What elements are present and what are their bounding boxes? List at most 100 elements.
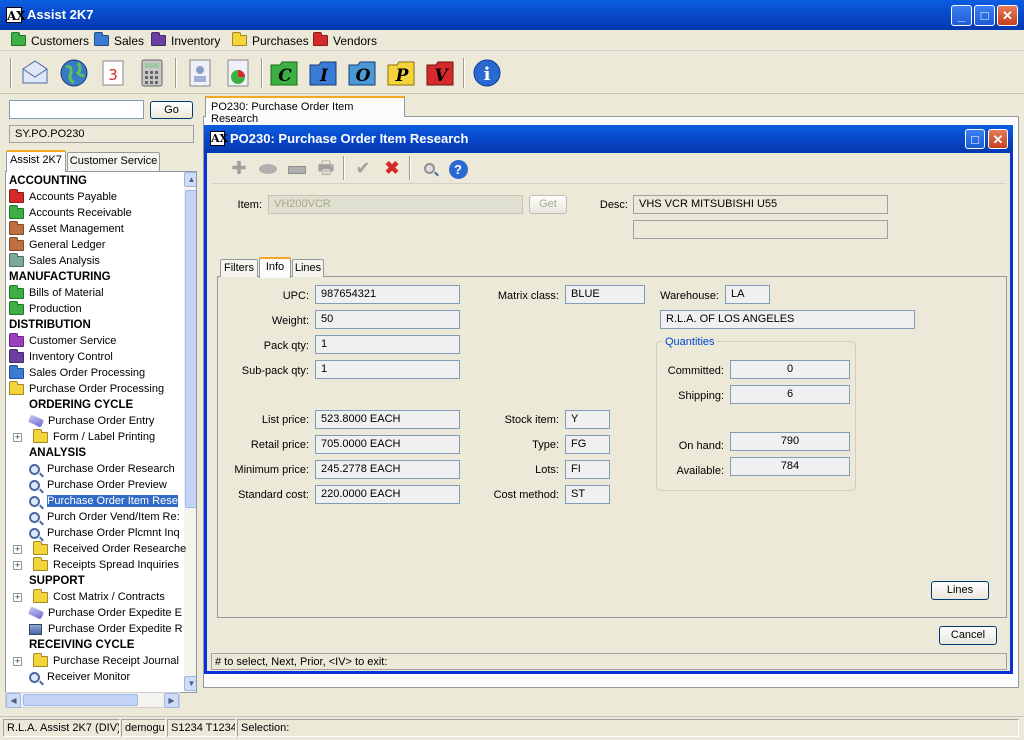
menu-sales[interactable]: Sales: [94, 32, 144, 49]
menu-vendors[interactable]: Vendors: [313, 32, 377, 49]
close-button[interactable]: ✕: [997, 5, 1018, 26]
tree-section-header: SUPPORT: [29, 573, 85, 589]
tree-item[interactable]: + Received Order Researche: [13, 540, 186, 557]
tab-po230[interactable]: PO230: Purchase Order Item Research: [205, 96, 405, 125]
search-icon[interactable]: [418, 157, 440, 179]
tree-item-label: Sales Analysis: [29, 255, 100, 267]
tree-item[interactable]: + Form / Label Printing: [13, 428, 155, 445]
tree-item-label: SUPPORT: [29, 575, 85, 587]
mail-icon[interactable]: [19, 57, 51, 89]
menu-bar: Customers Sales Inventory Purchases Vend…: [0, 30, 1024, 51]
scroll-thumb[interactable]: [185, 190, 196, 508]
notes-icon[interactable]: [184, 57, 216, 89]
hscroll-thumb[interactable]: [23, 694, 138, 706]
folder-icon: [9, 332, 24, 347]
link-icon[interactable]: [257, 157, 279, 179]
tree-vertical-scrollbar[interactable]: ▲ ▼: [184, 172, 196, 692]
print-icon[interactable]: 🖶: [315, 157, 337, 179]
menu-purchases[interactable]: Purchases: [232, 32, 309, 49]
item-label: Item:: [237, 199, 262, 211]
folder-icon: [33, 428, 48, 443]
item-field[interactable]: VH200VCR: [268, 195, 523, 214]
scroll-up-arrow-icon[interactable]: ▲: [184, 172, 196, 187]
tree-item[interactable]: Accounts Payable: [9, 188, 117, 205]
tree-item[interactable]: Receiver Monitor: [29, 669, 130, 685]
check-icon[interactable]: ✔: [352, 157, 374, 179]
chart-icon[interactable]: [222, 57, 254, 89]
scroll-down-arrow-icon[interactable]: ▼: [184, 676, 196, 691]
tree-item-label: Purchase Order Entry: [48, 415, 155, 427]
tree-item[interactable]: + Purchase Receipt Journal: [13, 652, 179, 669]
minus-icon[interactable]: [286, 157, 308, 179]
order-o-icon[interactable]: O: [346, 57, 378, 89]
go-button[interactable]: Go: [150, 101, 193, 119]
tree-item[interactable]: Sales Order Processing: [9, 364, 145, 381]
scroll-left-arrow-icon[interactable]: ◀: [6, 693, 21, 708]
calendar-icon[interactable]: 3: [97, 57, 129, 89]
info-icon[interactable]: i: [471, 57, 503, 89]
tab-info[interactable]: Info: [259, 257, 291, 278]
expand-icon[interactable]: +: [13, 544, 22, 554]
expand-icon[interactable]: +: [13, 432, 22, 442]
get-button[interactable]: Get: [529, 195, 567, 214]
tree-item[interactable]: Bills of Material: [9, 284, 104, 301]
tree-item[interactable]: Production: [9, 300, 82, 317]
tree-item[interactable]: Purch Order Vend/Item Re:: [29, 509, 180, 525]
retail-price-field: 705.0000 EACH: [315, 435, 460, 454]
tree-item[interactable]: Purchase Order Plcmnt Inq: [29, 525, 180, 541]
tree-item[interactable]: Purchase Order Preview: [29, 477, 167, 493]
menu-search-input[interactable]: [9, 100, 144, 119]
tree-item[interactable]: Purchase Order Entry: [27, 413, 155, 429]
desc2-field: [633, 220, 888, 239]
tree-item[interactable]: Purchase Order Expedite E: [27, 605, 182, 621]
tab-customer-service[interactable]: Customer Service: [67, 152, 160, 171]
tree-item[interactable]: Purchase Order Item Rese: [29, 493, 178, 509]
calculator-icon[interactable]: [136, 57, 168, 89]
expand-icon[interactable]: +: [13, 592, 22, 602]
menu-inventory[interactable]: Inventory: [151, 32, 220, 49]
type-label: Type:: [532, 439, 559, 451]
customer-c-icon[interactable]: C: [268, 57, 300, 89]
help-icon[interactable]: ?: [447, 157, 469, 179]
tree-item[interactable]: Purchase Order Expedite R: [29, 621, 183, 637]
expand-icon[interactable]: +: [13, 656, 22, 666]
svg-text:P: P: [395, 66, 410, 86]
toolbar-separator: [343, 156, 345, 180]
pack-qty-label: Pack qty:: [263, 340, 309, 352]
tree-item[interactable]: Accounts Receivable: [9, 204, 132, 221]
tree-item[interactable]: Asset Management: [9, 220, 124, 237]
folder-icon: [9, 236, 24, 251]
tab-filters[interactable]: Filters: [220, 259, 258, 277]
delete-x-icon[interactable]: ✖: [381, 157, 403, 179]
purchase-p-icon[interactable]: P: [385, 57, 417, 89]
tree-item[interactable]: Sales Analysis: [9, 252, 100, 269]
sub-pack-qty-field: 1: [315, 360, 460, 379]
globe-icon[interactable]: [58, 57, 90, 89]
maximize-button[interactable]: □: [974, 5, 995, 26]
inventory-i-icon[interactable]: I: [307, 57, 339, 89]
menu-customers[interactable]: Customers: [11, 32, 89, 49]
svg-text:3: 3: [108, 66, 118, 84]
expand-icon[interactable]: +: [13, 560, 22, 570]
minimize-button[interactable]: _: [951, 5, 972, 26]
tree-item[interactable]: General Ledger: [9, 236, 105, 253]
add-icon[interactable]: ✚: [228, 157, 250, 179]
cancel-button[interactable]: Cancel: [939, 626, 997, 645]
tree-item[interactable]: + Receipts Spread Inquiries: [13, 556, 179, 573]
tree-item[interactable]: + Cost Matrix / Contracts: [13, 588, 165, 605]
tab-lines[interactable]: Lines: [292, 259, 324, 277]
dialog-maximize-button[interactable]: □: [965, 129, 985, 149]
lines-button[interactable]: Lines: [931, 581, 989, 600]
tab-assist-2k7[interactable]: Assist 2K7: [6, 150, 66, 172]
search-icon: [29, 527, 40, 539]
vendor-v-icon[interactable]: V: [424, 57, 456, 89]
scroll-right-arrow-icon[interactable]: ▶: [164, 693, 179, 708]
tree-item[interactable]: Purchase Order Processing: [9, 380, 164, 397]
folder-icon: [313, 32, 328, 46]
tree-horizontal-scrollbar[interactable]: ◀ ▶: [5, 692, 180, 708]
tree-item[interactable]: Customer Service: [9, 332, 116, 349]
toolbar-separator: [261, 58, 263, 88]
tree-item[interactable]: Purchase Order Research: [29, 461, 175, 477]
tree-item[interactable]: Inventory Control: [9, 348, 113, 365]
dialog-close-button[interactable]: ✕: [988, 129, 1008, 149]
